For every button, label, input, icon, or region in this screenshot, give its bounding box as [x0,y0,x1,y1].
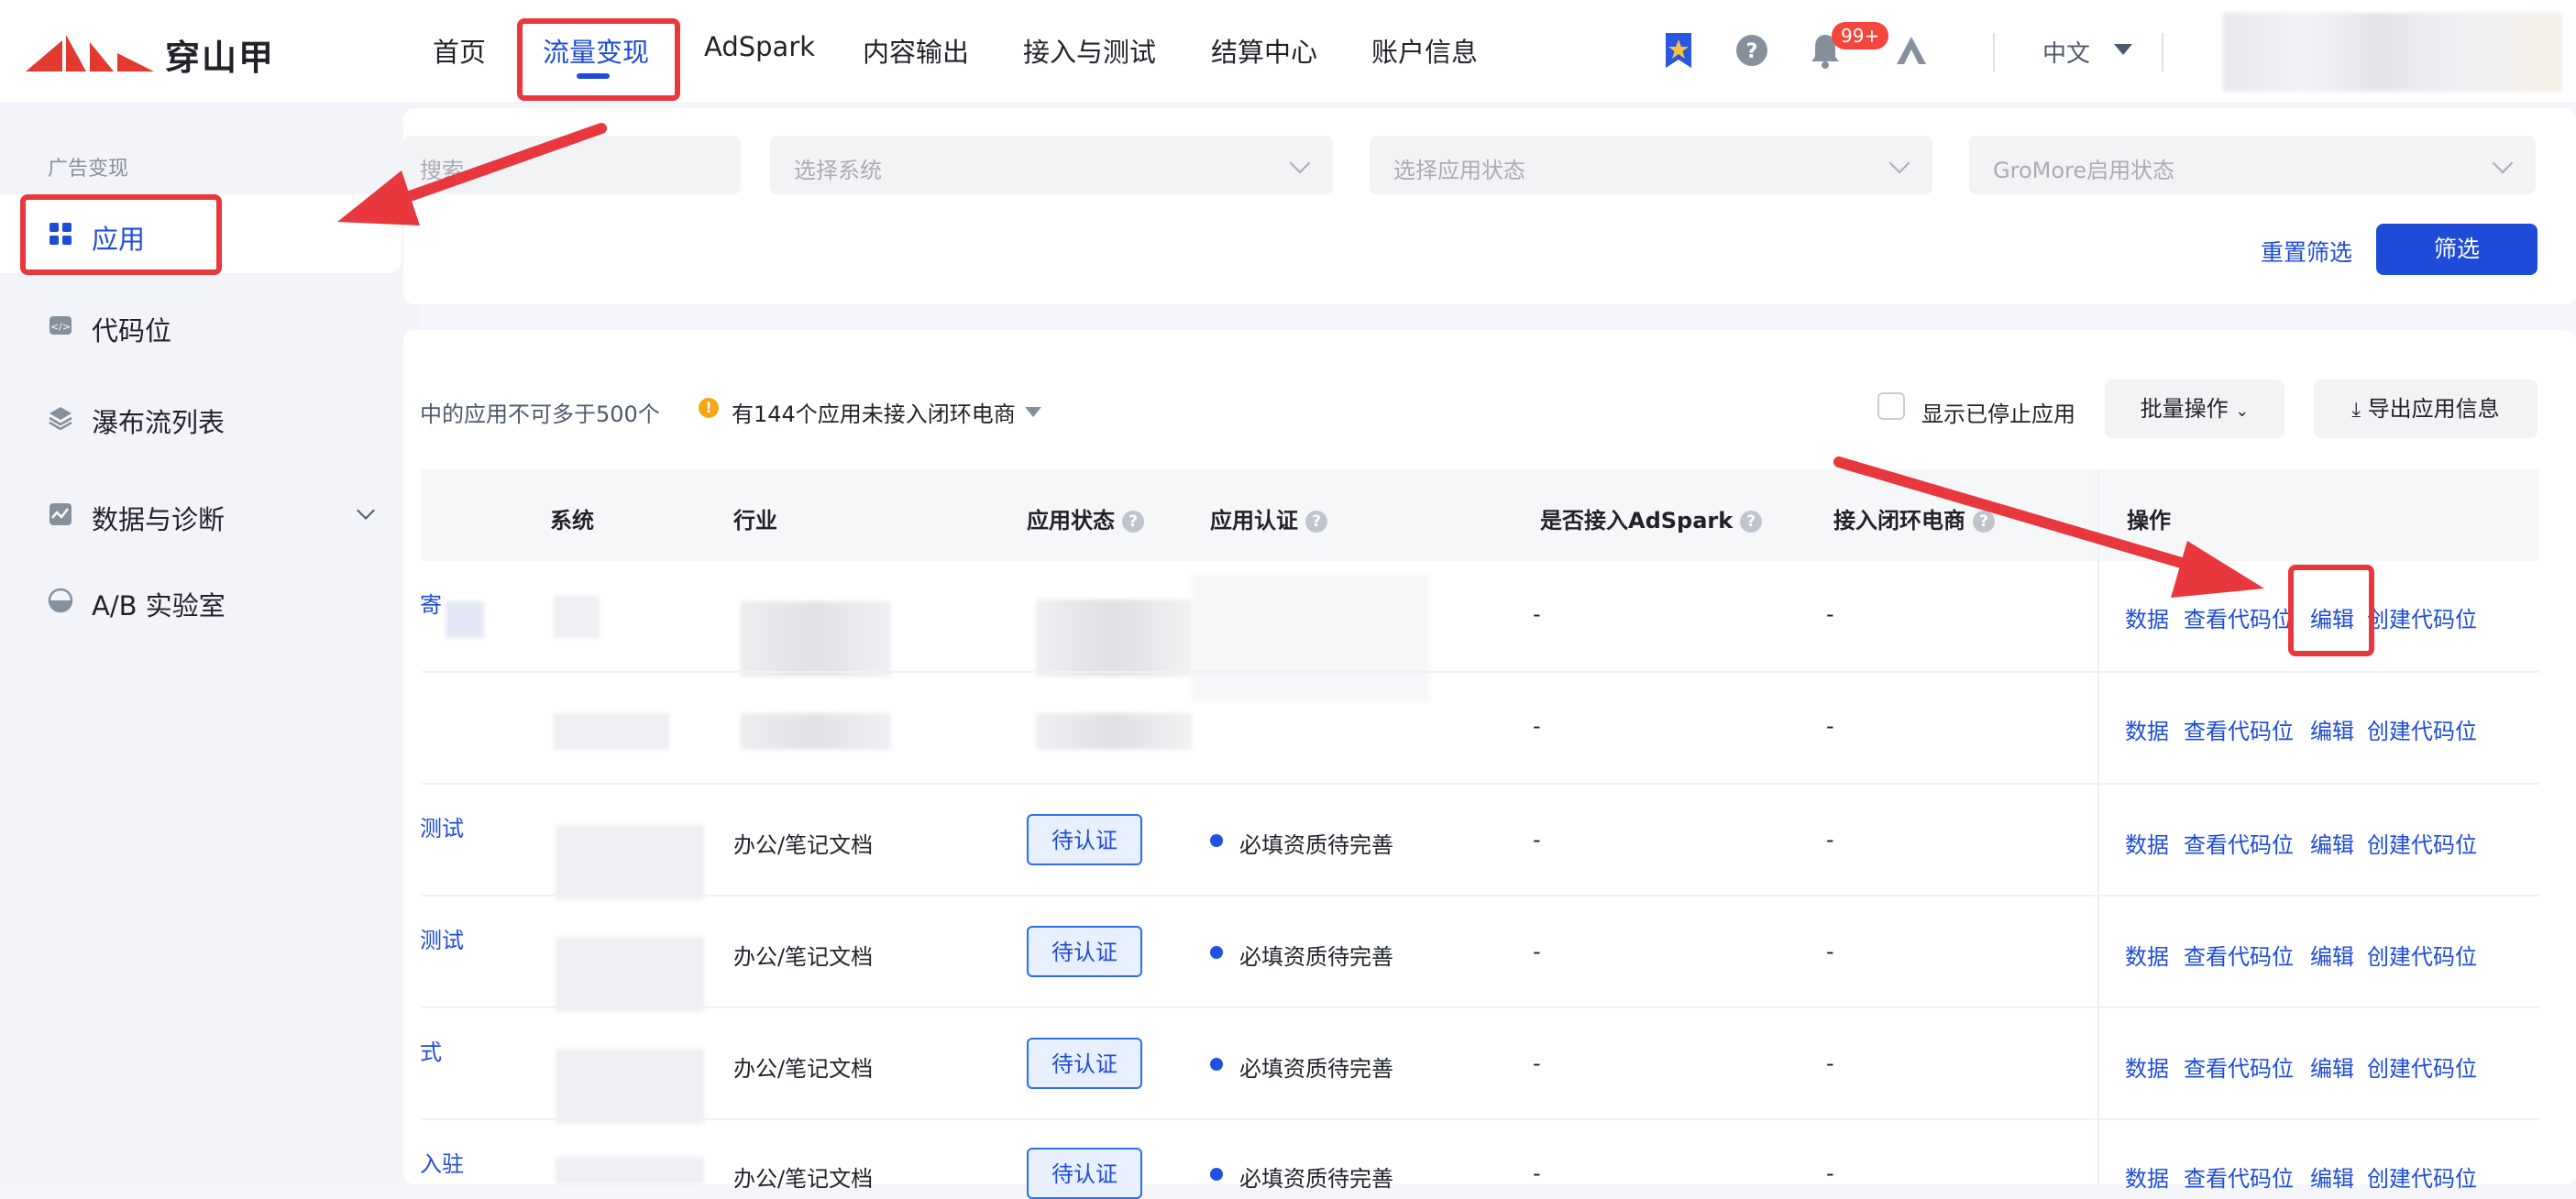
arrow-to-edit [1833,456,2264,598]
annotation-arrows [337,123,2264,598]
arrow-to-sidebar [337,123,607,226]
